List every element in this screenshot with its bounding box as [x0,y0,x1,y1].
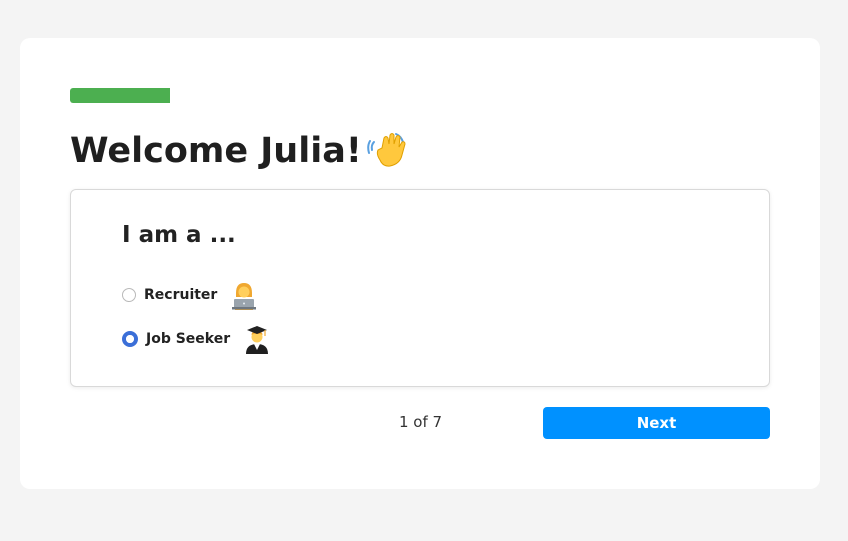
next-button[interactable]: Next [543,407,770,439]
onboarding-card: Welcome Julia! I am a ... Recruiter Job … [20,38,820,489]
option-recruiter[interactable]: Recruiter [122,280,259,310]
option-recruiter-label: Recruiter [144,287,218,303]
role-question-panel: I am a ... Recruiter Job Seeker [70,189,770,387]
page-title-text: Welcome Julia! [70,131,362,171]
waving-hand-icon [366,130,408,172]
progress-bar [70,88,770,103]
graduate-icon [242,324,272,354]
radio-job-seeker[interactable] [122,331,138,347]
page-title: Welcome Julia! [70,130,408,172]
radio-recruiter[interactable] [122,288,136,302]
question-prompt: I am a ... [122,222,236,248]
progress-bar-fill [70,88,171,103]
option-job-seeker[interactable]: Job Seeker [122,324,272,354]
woman-technologist-icon [229,280,259,310]
option-job-seeker-label: Job Seeker [146,331,231,347]
step-counter: 1 of 7 [399,413,443,431]
